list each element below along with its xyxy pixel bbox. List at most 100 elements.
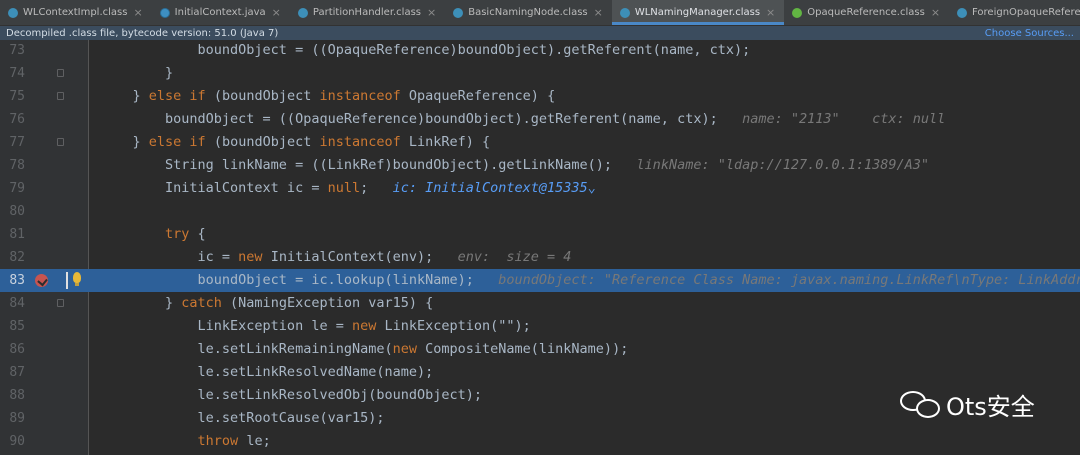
code-text[interactable]: InitialContext ic = null; ic: InitialCon…: [100, 177, 596, 200]
fold-marker-icon[interactable]: [57, 92, 64, 100]
line-number[interactable]: 74: [0, 62, 25, 85]
fold-marker-icon[interactable]: [57, 69, 64, 77]
code-token: }: [100, 88, 149, 104]
keyword-token: new: [238, 249, 263, 265]
code-line[interactable]: 87 le.setLinkResolvedName(name);: [0, 361, 1080, 384]
close-icon[interactable]: ×: [766, 6, 775, 19]
close-icon[interactable]: ×: [133, 6, 142, 19]
code-text[interactable]: boundObject = ((OpaqueReference)boundObj…: [100, 39, 751, 62]
code-token: {: [189, 226, 206, 242]
inline-debug-value: linkName: "ldap://127.0.0.1:1389/A3": [612, 157, 930, 173]
breakpoint-icon[interactable]: [35, 274, 48, 287]
line-number[interactable]: 80: [0, 200, 25, 223]
code-text[interactable]: le.setLinkRemainingName(new CompositeNam…: [100, 338, 629, 361]
tab-wlcontextimpl-class[interactable]: WLContextImpl.class ×: [0, 0, 152, 25]
line-number[interactable]: 89: [0, 407, 25, 430]
code-token: LinkException("");: [376, 318, 531, 334]
editor-tabs: WLContextImpl.class × InitialContext.java ×…: [0, 0, 1080, 26]
code-line[interactable]: 85 LinkException le = new LinkException(…: [0, 315, 1080, 338]
code-text[interactable]: le.setLinkResolvedName(name);: [100, 361, 434, 384]
code-text[interactable]: } catch (NamingException var15) {: [100, 292, 433, 315]
code-line[interactable]: 74 }: [0, 62, 1080, 85]
close-icon[interactable]: ×: [427, 6, 436, 19]
code-token: le.setRootCause(var15);: [100, 410, 385, 426]
code-text[interactable]: } else if (boundObject instanceof Opaque…: [100, 85, 556, 108]
code-token: (boundObject: [205, 88, 320, 104]
code-line[interactable]: 84 } catch (NamingException var15) {: [0, 292, 1080, 315]
line-number[interactable]: 83: [0, 269, 25, 292]
code-token: boundObject = ((OpaqueReference)boundObj…: [100, 111, 718, 127]
line-number[interactable]: 82: [0, 246, 25, 269]
code-line[interactable]: 90 throw le;: [0, 430, 1080, 453]
code-token: InitialContext(env);: [262, 249, 434, 265]
code-line[interactable]: 79 InitialContext ic = null; ic: Initial…: [0, 177, 1080, 200]
code-text[interactable]: ic = new InitialContext(env); env: size …: [100, 246, 572, 269]
code-line[interactable]: 86 le.setLinkRemainingName(new Composite…: [0, 338, 1080, 361]
code-text[interactable]: try {: [100, 223, 206, 246]
code-token: le.setLinkResolvedObj(boundObject);: [100, 387, 483, 403]
close-icon[interactable]: ×: [931, 6, 940, 19]
tab-initialcontext-java[interactable]: InitialContext.java ×: [152, 0, 290, 25]
keyword-token: new: [351, 318, 377, 334]
line-number[interactable]: 87: [0, 361, 25, 384]
tab-label: OpaqueReference.class: [807, 7, 925, 18]
line-number[interactable]: 90: [0, 430, 25, 453]
line-number[interactable]: 79: [0, 177, 25, 200]
code-text[interactable]: }: [100, 62, 173, 85]
code-text[interactable]: LinkException le = new LinkException("")…: [100, 315, 531, 338]
code-line[interactable]: 82 ic = new InitialContext(env); env: si…: [0, 246, 1080, 269]
line-number[interactable]: 84: [0, 292, 25, 315]
code-token: String linkName = ((LinkRef)boundObject)…: [100, 157, 613, 173]
code-text[interactable]: throw le;: [100, 430, 271, 453]
code-token: InitialContext ic =: [100, 180, 328, 196]
code-line[interactable]: 80: [0, 200, 1080, 223]
line-number[interactable]: 85: [0, 315, 25, 338]
code-token: le;: [238, 433, 271, 449]
code-line[interactable]: 76 boundObject = ((OpaqueReference)bound…: [0, 108, 1080, 131]
code-text[interactable]: le.setLinkResolvedObj(boundObject);: [100, 384, 482, 407]
code-line[interactable]: 73 boundObject = ((OpaqueReference)bound…: [0, 39, 1080, 62]
code-text[interactable]: boundObject = ((OpaqueReference)boundObj…: [100, 108, 945, 131]
line-number[interactable]: 73: [0, 39, 25, 62]
code-text[interactable]: le.setRootCause(var15);: [100, 407, 385, 430]
code-line[interactable]: 78 String linkName = ((LinkRef)boundObje…: [0, 154, 1080, 177]
interface-file-icon: [792, 7, 803, 18]
line-number[interactable]: 86: [0, 338, 25, 361]
close-icon[interactable]: ×: [272, 6, 281, 19]
fold-marker-icon[interactable]: [57, 299, 64, 307]
code-token: LinkRef) {: [400, 134, 491, 150]
line-number[interactable]: 75: [0, 85, 25, 108]
code-text[interactable]: } else if (boundObject instanceof LinkRe…: [100, 131, 491, 154]
code-token: ic =: [100, 249, 239, 265]
class-file-icon: [297, 7, 308, 18]
line-number[interactable]: 77: [0, 131, 25, 154]
keyword-token: else if: [148, 134, 206, 150]
line-number[interactable]: 88: [0, 384, 25, 407]
code-line[interactable]: 83 boundObject = ic.lookup(linkName); bo…: [0, 269, 1080, 292]
class-file-icon: [619, 7, 630, 18]
class-file-icon: [957, 7, 968, 18]
inline-debug-value: boundObject: "Reference Class Name: java…: [473, 272, 1080, 288]
tab-wlnamingmanager-class[interactable]: WLNamingManager.class ×: [611, 0, 785, 25]
code-text[interactable]: boundObject = ic.lookup(linkName); bound…: [100, 269, 1080, 292]
choose-sources-link[interactable]: Choose Sources...: [985, 28, 1074, 39]
code-line[interactable]: 77 } else if (boundObject instanceof Lin…: [0, 131, 1080, 154]
line-number[interactable]: 78: [0, 154, 25, 177]
tab-partitionhandler-class[interactable]: PartitionHandler.class ×: [290, 0, 445, 25]
keyword-token: catch: [181, 295, 222, 311]
line-number[interactable]: 81: [0, 223, 25, 246]
tab-opaquereference-class[interactable]: OpaqueReference.class ×: [784, 0, 949, 25]
code-token: }: [100, 295, 182, 311]
code-text[interactable]: String linkName = ((LinkRef)boundObject)…: [100, 154, 929, 177]
code-line[interactable]: 81 try {: [0, 223, 1080, 246]
code-line[interactable]: 75 } else if (boundObject instanceof Opa…: [0, 85, 1080, 108]
tab-foreignopaquereference-class[interactable]: ForeignOpaqueReference.class×: [949, 0, 1080, 25]
line-number[interactable]: 76: [0, 108, 25, 131]
fold-marker-icon[interactable]: [57, 138, 64, 146]
close-icon[interactable]: ×: [594, 6, 603, 19]
tab-label: ForeignOpaqueReference.class: [972, 7, 1080, 18]
code-token: (NamingException var15) {: [221, 295, 434, 311]
code-token: (boundObject: [205, 134, 320, 150]
tab-basicnamingnode-class[interactable]: BasicNamingNode.class ×: [445, 0, 612, 25]
lightbulb-icon[interactable]: [73, 272, 81, 286]
